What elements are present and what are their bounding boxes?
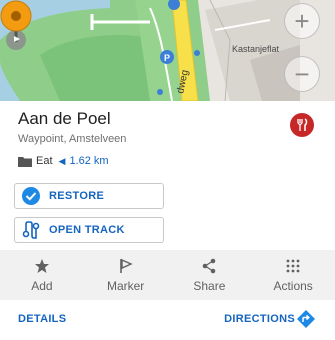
footer-bar: DETAILS DIRECTIONS xyxy=(0,300,335,340)
flag-icon xyxy=(119,257,133,275)
zoom-in-button[interactable]: + xyxy=(284,3,320,39)
action-marker[interactable]: Marker xyxy=(84,250,168,300)
map-label-kastanjeflat: Kastanjeflat xyxy=(232,44,280,54)
action-share-label: Share xyxy=(193,279,226,293)
distance-label: 1.62 km xyxy=(69,155,109,167)
star-icon xyxy=(34,257,50,275)
details-button[interactable]: DETAILS xyxy=(18,313,66,325)
open-track-label: OPEN TRACK xyxy=(49,224,125,236)
restore-button[interactable]: RESTORE xyxy=(14,183,164,209)
action-bar: Add Marker Share Actions xyxy=(0,250,335,300)
action-add[interactable]: Add xyxy=(0,250,84,300)
action-share[interactable]: Share xyxy=(168,250,252,300)
poi-context-menu: P dweg Kastanjeflat + − Aan de Poel Wayp… xyxy=(0,0,335,340)
action-add-label: Add xyxy=(31,279,53,293)
action-actions[interactable]: Actions xyxy=(251,250,335,300)
fork-knife-icon xyxy=(297,118,308,131)
track-icon xyxy=(21,220,41,240)
place-title: Aan de Poel xyxy=(18,109,111,128)
category-label: Eat xyxy=(36,155,53,167)
share-icon xyxy=(201,257,217,275)
map-preview[interactable]: P dweg Kastanjeflat + − xyxy=(0,0,335,101)
restore-label: RESTORE xyxy=(49,190,105,202)
zoom-out-button[interactable]: − xyxy=(284,56,320,92)
waypoint-marker-icon[interactable] xyxy=(0,0,32,52)
action-marker-label: Marker xyxy=(106,279,145,293)
svg-text:P: P xyxy=(164,53,170,63)
restaurant-category-icon xyxy=(290,113,314,137)
open-track-button[interactable]: OPEN TRACK xyxy=(14,217,164,243)
grid-icon xyxy=(285,257,301,275)
folder-icon xyxy=(18,156,32,167)
check-circle-icon xyxy=(21,186,41,206)
directions-button[interactable]: DIRECTIONS xyxy=(224,313,295,325)
place-meta: Eat ◀ 1.62 km xyxy=(18,154,109,168)
place-subtitle: Waypoint, Amstelveen xyxy=(18,133,127,145)
action-actions-label: Actions xyxy=(273,279,313,293)
direction-arrow-icon: ◀ xyxy=(58,155,66,166)
directions-icon[interactable] xyxy=(296,309,316,329)
